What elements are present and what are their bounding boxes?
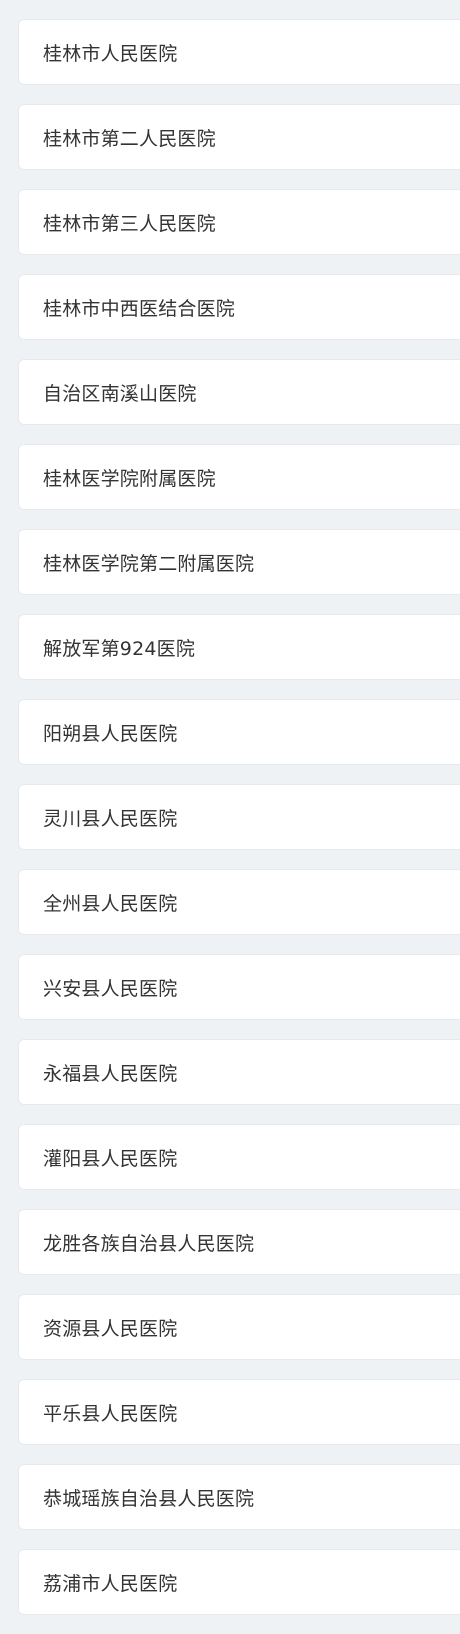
hospital-item[interactable]: 解放军第924医院 [18, 614, 460, 680]
hospital-name: 桂林医学院附属医院 [43, 467, 216, 490]
hospital-name: 永福县人民医院 [43, 1062, 178, 1085]
hospital-item[interactable]: 灵川县人民医院 [18, 784, 460, 850]
hospital-item[interactable]: 资源县人民医院 [18, 1294, 460, 1360]
hospital-name: 桂林市第二人民医院 [43, 127, 216, 150]
hospital-name: 灵川县人民医院 [43, 807, 178, 830]
hospital-item[interactable]: 全州县人民医院 [18, 869, 460, 935]
hospital-name: 阳朔县人民医院 [43, 722, 178, 745]
hospital-name: 全州县人民医院 [43, 892, 178, 915]
hospital-name: 桂林市中西医结合医院 [43, 297, 236, 320]
hospital-item[interactable]: 阳朔县人民医院 [18, 699, 460, 765]
hospital-item[interactable]: 桂林医学院附属医院 [18, 444, 460, 510]
hospital-item[interactable]: 桂林市人民医院 [18, 19, 460, 85]
hospital-name: 桂林市人民医院 [43, 42, 178, 65]
hospital-item[interactable]: 自治区南溪山医院 [18, 359, 460, 425]
hospital-name: 资源县人民医院 [43, 1317, 178, 1340]
hospital-item[interactable]: 龙胜各族自治县人民医院 [18, 1209, 460, 1275]
hospital-name: 平乐县人民医院 [43, 1402, 178, 1425]
hospital-item[interactable]: 荔浦市人民医院 [18, 1549, 460, 1615]
hospital-item[interactable]: 桂林市第三人民医院 [18, 189, 460, 255]
hospital-item[interactable]: 平乐县人民医院 [18, 1379, 460, 1445]
hospital-name: 恭城瑶族自治县人民医院 [43, 1487, 255, 1510]
hospital-item[interactable]: 恭城瑶族自治县人民医院 [18, 1464, 460, 1530]
hospital-name: 自治区南溪山医院 [43, 382, 197, 405]
hospital-name: 兴安县人民医院 [43, 977, 178, 1000]
hospital-item[interactable]: 桂林医学院第二附属医院 [18, 529, 460, 595]
hospital-name: 桂林市第三人民医院 [43, 212, 216, 235]
hospital-list: 桂林市人民医院 桂林市第二人民医院 桂林市第三人民医院 桂林市中西医结合医院 自… [18, 19, 460, 1634]
hospital-name: 灌阳县人民医院 [43, 1147, 178, 1170]
hospital-item[interactable]: 兴安县人民医院 [18, 954, 460, 1020]
hospital-name: 龙胜各族自治县人民医院 [43, 1232, 255, 1255]
hospital-item[interactable]: 灌阳县人民医院 [18, 1124, 460, 1190]
hospital-name: 解放军第924医院 [43, 637, 196, 660]
hospital-item[interactable]: 桂林市中西医结合医院 [18, 274, 460, 340]
hospital-item[interactable]: 桂林市第二人民医院 [18, 104, 460, 170]
hospital-item[interactable]: 永福县人民医院 [18, 1039, 460, 1105]
hospital-name: 桂林医学院第二附属医院 [43, 552, 255, 575]
hospital-name: 荔浦市人民医院 [43, 1572, 178, 1595]
